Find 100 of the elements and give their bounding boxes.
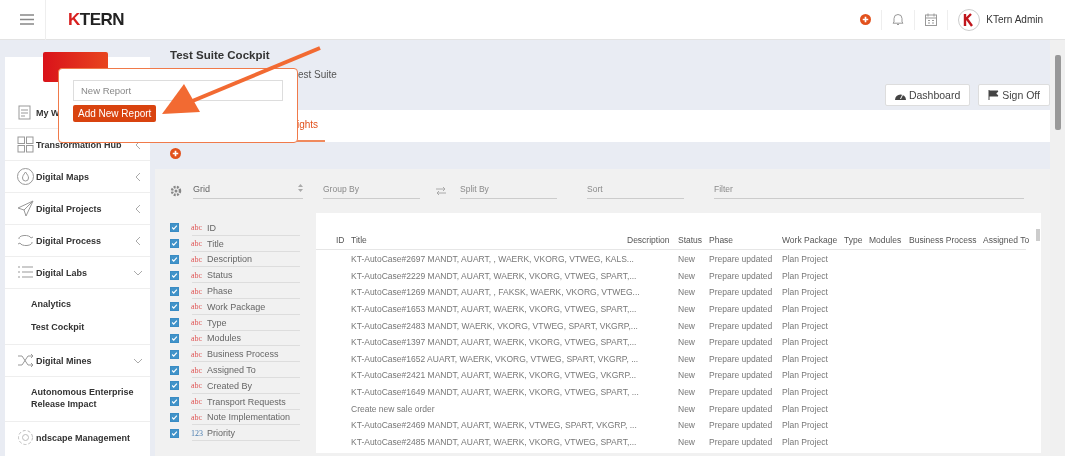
checkbox[interactable]: [170, 270, 179, 280]
sidebar-item[interactable]: ndscape Management: [5, 422, 150, 453]
sidebar-item[interactable]: Digital Mines: [5, 345, 150, 377]
column-header[interactable]: Modules: [869, 235, 909, 245]
field-name[interactable]: Created By: [207, 380, 253, 391]
checkbox[interactable]: [170, 349, 179, 359]
column-header[interactable]: ID: [336, 235, 351, 245]
column-header[interactable]: Business Process: [909, 235, 983, 245]
document-icon: [17, 104, 34, 121]
checkbox[interactable]: [170, 397, 179, 407]
sidebar-subitem[interactable]: Test Cockpit: [5, 315, 150, 338]
field-name[interactable]: Work Package: [207, 301, 266, 312]
sidebar-item[interactable]: Digital Process: [5, 225, 150, 257]
table-cell: KT-AutoCase#1652 AUART, WAERK, VKORG, VTWEG, SPART, VKGRP, ...: [351, 353, 639, 364]
field-name[interactable]: Transport Requests: [207, 396, 286, 407]
checkbox[interactable]: [170, 333, 179, 343]
type-tag: abc: [191, 397, 207, 407]
column-header[interactable]: Description: [627, 235, 678, 245]
table-cell-text: New: [678, 337, 696, 348]
table-cell-text: Prepare updated: [709, 420, 774, 431]
table-cell: KT-AutoCase#2697 MANDT, AUART, , WAERK, VKORG, VTWEG, KALS...: [351, 254, 634, 265]
swap-icon[interactable]: [436, 187, 446, 195]
report-name-field[interactable]: New Report: [73, 80, 283, 101]
table-cell-text: Prepare updated: [709, 320, 774, 331]
type-tag: abc: [191, 255, 207, 264]
table-cell-text: Prepare updated: [709, 403, 774, 414]
scrollbar[interactable]: [1036, 229, 1040, 241]
flag-icon: [988, 90, 1000, 100]
checkbox[interactable]: [170, 318, 179, 328]
view-select[interactable]: Grid: [193, 183, 303, 199]
type-tag: abc: [191, 349, 207, 359]
table-cell: KT-AutoCase#2421 MANDT, AUART, WAERK, VKORG, VTWEG, VKGRP...: [351, 370, 637, 381]
sidebar-subitem[interactable]: Analytics: [5, 293, 150, 316]
field-name[interactable]: Phase: [207, 286, 233, 297]
type-tag: abc: [191, 318, 207, 328]
checkbox[interactable]: [170, 428, 179, 438]
column-header[interactable]: Status: [678, 235, 709, 245]
table-cell-text: New: [678, 436, 696, 447]
field-name[interactable]: Description: [207, 254, 253, 265]
column-header[interactable]: Assigned To: [983, 235, 1037, 245]
checkbox[interactable]: [170, 412, 179, 422]
field-name[interactable]: Status: [207, 270, 233, 281]
sidebar-item[interactable]: Digital Projects: [5, 193, 150, 225]
scrollbar[interactable]: [1055, 55, 1061, 130]
field-name[interactable]: Note Implementation: [207, 412, 291, 423]
dashboard-button[interactable]: Dashboard: [884, 84, 971, 106]
table-cell-text: Plan Project: [782, 420, 829, 431]
field-name[interactable]: Title: [207, 238, 224, 249]
sidebar-item[interactable]: Digital Maps: [5, 161, 150, 193]
user-name[interactable]: KTern Admin: [986, 14, 1043, 25]
sidebar-item[interactable]: Digital Labs: [5, 257, 150, 289]
column-header[interactable]: Phase: [709, 235, 782, 245]
avatar-icon[interactable]: [958, 8, 981, 31]
checkbox[interactable]: [170, 239, 179, 249]
table-cell-text: Plan Project: [782, 353, 829, 364]
checkbox[interactable]: [170, 286, 179, 296]
field-name[interactable]: Modules: [207, 333, 242, 344]
field-name[interactable]: ID: [207, 222, 216, 233]
table-cell-text: New: [678, 420, 696, 431]
table-cell-text: Plan Project: [782, 320, 829, 331]
bell-icon[interactable]: [892, 13, 905, 26]
table-cell-text: Plan Project: [782, 370, 829, 381]
table-cell-text: New: [678, 353, 696, 364]
table-cell: KT-AutoCase#2469 MANDT, AUART, WAERK, VTWEG, SPART, VKGRP, ...: [351, 420, 637, 431]
checkbox[interactable]: [170, 365, 179, 375]
logo: KTERN: [68, 9, 125, 30]
table-cell: KT-AutoCase#2483 MANDT, WAERK, VKORG, VTWEG, SPART, VKGRP,...: [351, 320, 638, 331]
table-cell-text: New: [678, 287, 696, 298]
field-name[interactable]: Priority: [207, 428, 235, 439]
field-name[interactable]: Business Process: [207, 349, 279, 360]
table-cell-text: Prepare updated: [709, 387, 774, 398]
checkbox[interactable]: [170, 381, 179, 391]
checkbox[interactable]: [170, 302, 179, 312]
field-name[interactable]: Type: [207, 317, 227, 328]
table-cell-text: Prepare updated: [709, 370, 774, 381]
type-tag: abc: [191, 223, 207, 233]
sidebar-subitem[interactable]: Autonomous Enterprise Release Impact: [5, 381, 150, 415]
field-name[interactable]: Assigned To: [207, 365, 256, 376]
checkbox[interactable]: [170, 223, 179, 233]
add-new-report-button[interactable]: Add New Report: [73, 105, 157, 122]
add-icon[interactable]: [170, 148, 181, 159]
column-header[interactable]: Type: [844, 235, 869, 245]
checkbox[interactable]: [170, 255, 179, 264]
table-cell-text: New: [678, 370, 696, 381]
type-tag: abc: [191, 381, 207, 391]
table-cell-text: Prepare updated: [709, 436, 774, 447]
table-cell-text: Plan Project: [782, 387, 829, 398]
settings-icon[interactable]: [170, 185, 182, 197]
sync-icon: [17, 232, 34, 249]
column-header[interactable]: Title: [351, 235, 627, 245]
add-icon[interactable]: [860, 14, 872, 25]
table-cell: KT-AutoCase#1649 MANDT, AUART, WAERK, VKORG, VTWEG, SPART, ...: [351, 387, 639, 398]
column-header[interactable]: Work Package: [782, 235, 844, 245]
sign-off-button[interactable]: Sign Off: [978, 84, 1050, 106]
menu-icon[interactable]: [20, 14, 34, 25]
table-cell-text: Plan Project: [782, 337, 829, 348]
table-cell-text: New: [678, 403, 696, 414]
grid-icon: [17, 136, 34, 153]
calendar-icon[interactable]: [925, 13, 938, 26]
type-tag: abc: [191, 239, 207, 249]
